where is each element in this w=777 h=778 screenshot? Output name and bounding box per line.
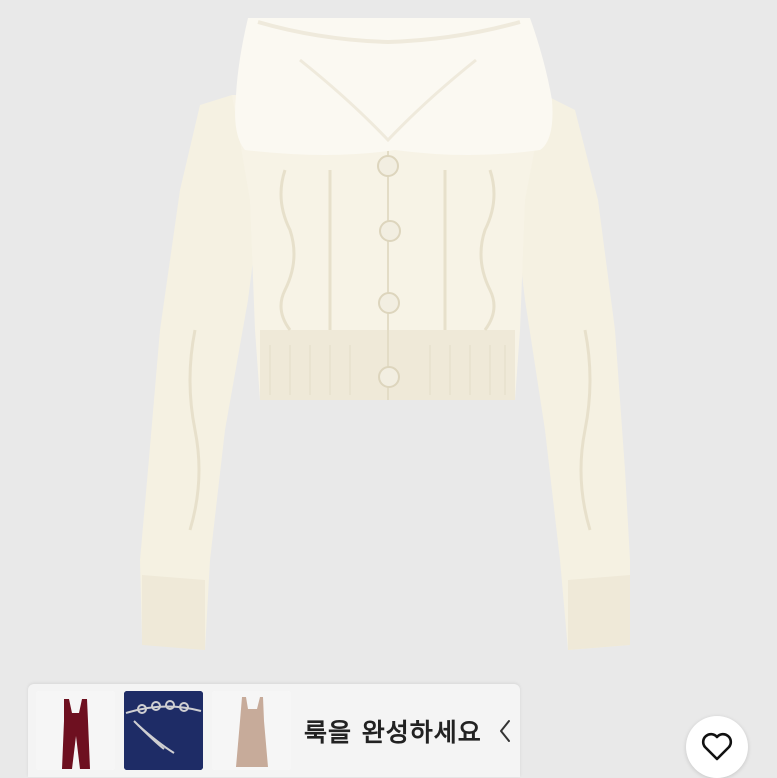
chevron-left-icon[interactable]: [496, 718, 514, 744]
navy-velvet-skirt-chain-belt-thumb: [124, 691, 203, 770]
favorite-button[interactable]: [686, 716, 748, 778]
heart-icon: [701, 732, 733, 761]
look-thumbnail-skirt[interactable]: [124, 691, 203, 770]
complete-the-look-bar[interactable]: 룩을 완성하세요: [28, 684, 520, 777]
look-thumbnail-jumpsuit[interactable]: [36, 691, 115, 770]
beige-knit-dress-thumb: [212, 691, 291, 770]
look-thumbnail-dress[interactable]: [212, 691, 291, 770]
burgundy-velvet-jumpsuit-thumb: [36, 691, 115, 770]
product-image: [0, 0, 777, 777]
complete-the-look-label: 룩을 완성하세요: [304, 717, 482, 747]
